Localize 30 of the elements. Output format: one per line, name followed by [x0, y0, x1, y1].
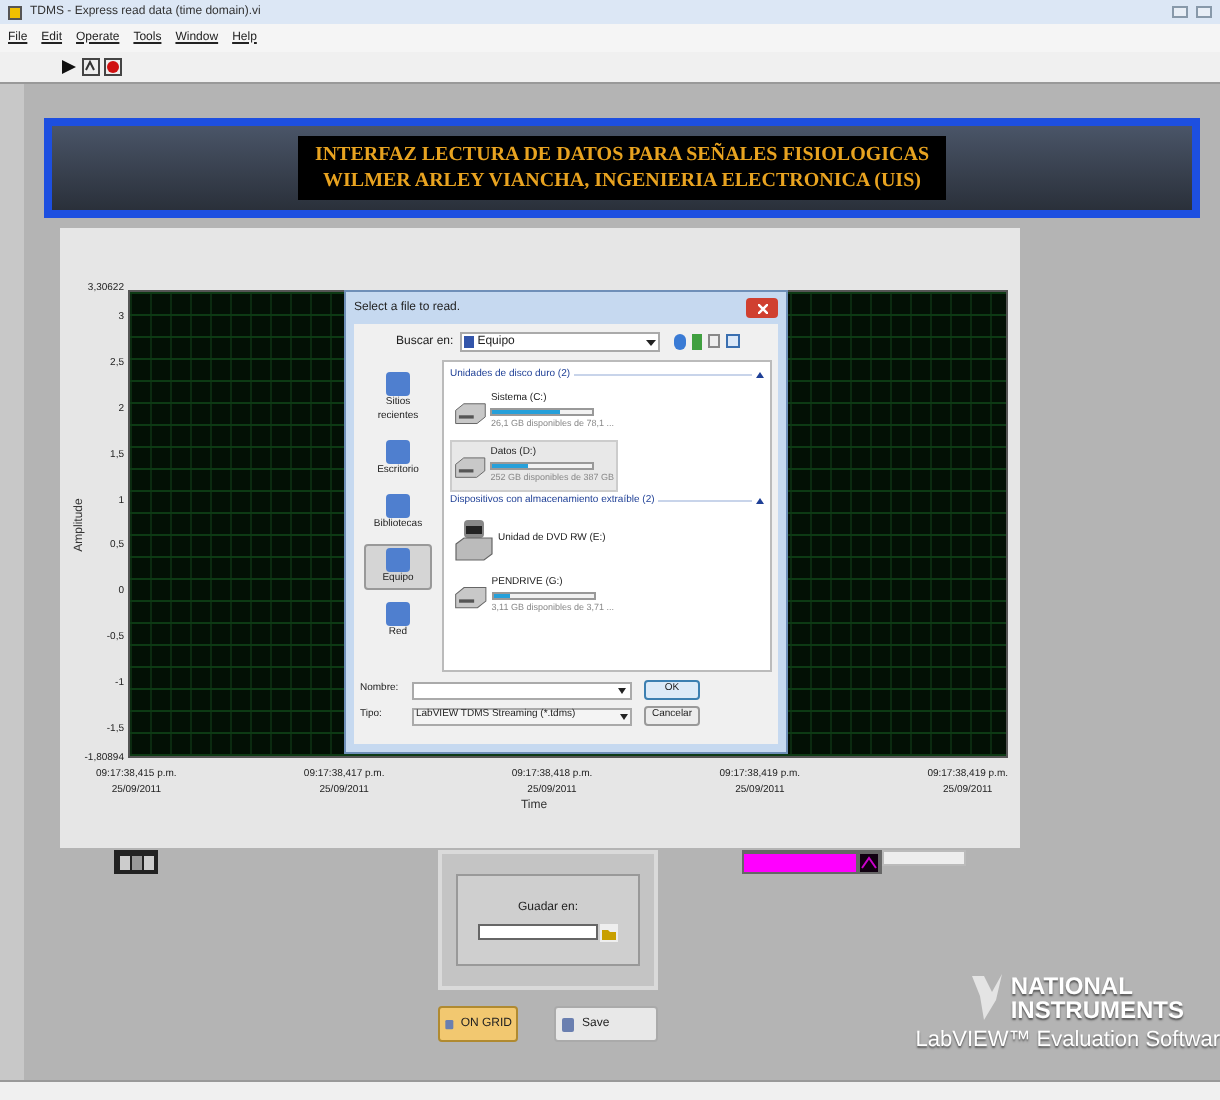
dvd-drive-icon: [454, 517, 494, 561]
dropdown-arrow-icon: [618, 687, 626, 693]
brand-line: NATIONAL: [1010, 973, 1135, 997]
collapse-icon[interactable]: [756, 372, 764, 379]
dropdown-arrow-icon: [620, 713, 628, 719]
run-continuously-icon[interactable]: [82, 58, 100, 76]
close-icon: [757, 303, 767, 313]
plot-legend[interactable]: [742, 850, 882, 874]
abort-stop-icon[interactable]: [104, 58, 122, 76]
name-field[interactable]: [412, 681, 632, 699]
app-icon: [8, 5, 22, 19]
legend-line-color: [744, 853, 856, 871]
graph-palette[interactable]: [114, 850, 158, 874]
place-icon: [386, 548, 410, 572]
place-icon: [386, 440, 410, 464]
header-title-line: INTERFAZ LECTURA DE DATOS PARA SEÑALES FISIOLOGICAS: [314, 142, 930, 168]
path-field[interactable]: [478, 924, 598, 940]
place-icon: [386, 602, 410, 626]
legend-scrollbar[interactable]: [882, 850, 966, 866]
run-arrow-icon[interactable]: [60, 58, 78, 76]
dropdown-arrow-icon: [645, 339, 656, 345]
place-icon: [386, 372, 410, 396]
brand-line: INSTRUMENTS: [1010, 997, 1184, 1021]
product-watermark: LabVIEW™ Evaluation Softwar: [915, 1025, 1220, 1055]
close-button[interactable]: [746, 298, 778, 318]
place-icon: [386, 494, 410, 518]
plot-style-icon: [860, 853, 878, 871]
header-title-line: WILMER ARLEY VIANCHA, INGENIERIA ELECTRONICA (UIS): [323, 168, 921, 194]
collapse-icon[interactable]: [756, 498, 764, 505]
eagle-logo-icon: [972, 971, 1005, 1023]
